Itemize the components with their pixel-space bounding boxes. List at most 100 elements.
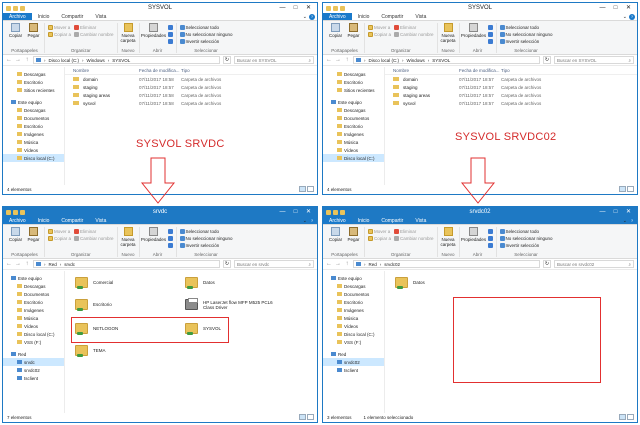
nav-item[interactable]: tsclient — [323, 366, 384, 374]
nav-item[interactable]: Documentos — [323, 290, 384, 298]
delete-button[interactable]: Eliminar — [394, 24, 434, 30]
chevron-down-icon[interactable]: ⌄ — [623, 13, 627, 21]
select-all-button[interactable]: Seleccionar todo — [499, 228, 553, 234]
breadcrumb-item[interactable]: Disco local (C:) — [49, 58, 80, 63]
nav-item[interactable]: Música — [3, 314, 64, 322]
nav-item[interactable]: Vídeos — [323, 146, 384, 154]
large-icons-view-icon[interactable] — [307, 186, 314, 192]
minimize-button[interactable]: — — [596, 3, 609, 13]
new-folder-icon[interactable] — [340, 5, 345, 11]
breadcrumb[interactable]: › Disco local (C:) › Windows › SYSVOL — [33, 56, 220, 64]
properties-icon[interactable] — [333, 5, 338, 11]
nav-item[interactable]: Este equipo — [3, 274, 64, 282]
maximize-button[interactable]: □ — [289, 3, 302, 13]
nav-item[interactable]: Disco local (C:) — [3, 330, 64, 338]
nav-item[interactable]: Sitios recientes — [323, 86, 384, 94]
select-none-button[interactable]: No seleccionar ninguno — [499, 235, 553, 241]
search-input[interactable]: Buscar en SYSVOL ⌕ — [234, 56, 314, 64]
rename-button[interactable]: Cambiar nombre — [74, 31, 114, 37]
nav-item[interactable]: srvdc02 — [3, 366, 64, 374]
open-button[interactable] — [167, 24, 173, 30]
folder-icon[interactable] — [6, 209, 11, 215]
nav-item[interactable]: Documentos — [3, 290, 64, 298]
breadcrumb-item[interactable]: SYSVOL — [112, 58, 130, 63]
refresh-button[interactable]: ↻ — [543, 260, 551, 268]
file-row[interactable]: sysvol 07/11/2017 18:57 Carpeta de archivo… — [385, 99, 637, 107]
tab-inicio[interactable]: Inicio — [32, 13, 56, 20]
tab-compartir[interactable]: Compartir — [55, 13, 89, 20]
nav-item[interactable]: Música — [323, 314, 384, 322]
file-row[interactable]: staging areas 07/11/2017 18:58 Carpeta de … — [65, 91, 317, 99]
nav-item[interactable]: Este equipo — [323, 98, 384, 106]
new-folder-icon[interactable] — [340, 209, 345, 215]
maximize-button[interactable]: □ — [609, 3, 622, 13]
up-button[interactable]: ↑ — [344, 57, 350, 63]
large-icons-view-icon[interactable] — [627, 186, 634, 192]
invert-selection-button[interactable]: Invertir selección — [179, 38, 233, 44]
nav-item[interactable]: tsclient — [3, 374, 64, 382]
breadcrumb[interactable]: › Red › srvdc02 — [353, 260, 540, 268]
search-input[interactable]: Buscar en SYSVOL ⌕ — [554, 56, 634, 64]
details-view-icon[interactable] — [299, 414, 306, 420]
tab-archivo[interactable]: Archivo — [323, 13, 352, 20]
breadcrumb-item[interactable]: Windows — [87, 58, 105, 63]
close-button[interactable]: ✕ — [622, 207, 635, 217]
forward-button[interactable]: → — [335, 57, 341, 63]
share-tile[interactable]: TEMA — [75, 345, 106, 357]
details-view-icon[interactable] — [619, 186, 626, 192]
nav-item[interactable]: Descargas — [3, 70, 64, 78]
breadcrumb[interactable]: › Disco local (C:) › Windows › SYSVOL — [353, 56, 540, 64]
help-icon[interactable]: ? — [629, 14, 635, 20]
nav-item[interactable]: Documentos — [323, 114, 384, 122]
tab-vista[interactable]: Vista — [89, 13, 112, 20]
column-header-date[interactable]: Fecha de modifica... — [459, 68, 501, 73]
select-all-button[interactable]: Seleccionar todo — [499, 24, 553, 30]
refresh-button[interactable]: ↻ — [543, 56, 551, 64]
properties-icon[interactable] — [13, 209, 18, 215]
nav-item[interactable]: Vídeos — [3, 322, 64, 330]
nav-item[interactable]: Descargas — [3, 106, 64, 114]
nav-item[interactable]: Vídeos — [3, 146, 64, 154]
minimize-button[interactable]: — — [276, 3, 289, 13]
nav-item[interactable]: Documentos — [3, 114, 64, 122]
select-none-button[interactable]: No seleccionar ninguno — [499, 31, 553, 37]
breadcrumb-item[interactable]: Red — [49, 262, 57, 267]
history-button[interactable] — [487, 242, 493, 248]
nav-item[interactable]: Sitios recientes — [3, 86, 64, 94]
share-tile[interactable]: Escritorio — [75, 299, 112, 311]
new-folder-icon[interactable] — [20, 5, 25, 11]
history-button[interactable] — [167, 242, 173, 248]
tab-compartir[interactable]: Compartir — [375, 13, 409, 20]
nav-item[interactable]: Escritorio — [323, 122, 384, 130]
share-tile[interactable]: Datos — [185, 277, 215, 289]
back-button[interactable]: ← — [326, 57, 332, 63]
minimize-button[interactable]: — — [276, 207, 289, 217]
nav-item[interactable]: Música — [3, 138, 64, 146]
nav-item[interactable]: Descargas — [323, 106, 384, 114]
nav-item[interactable]: Imágenes — [3, 306, 64, 314]
edit-button[interactable] — [167, 235, 173, 241]
breadcrumb-item[interactable]: srvdc02 — [384, 262, 400, 267]
nav-item[interactable]: Disco local (C:) — [323, 330, 384, 338]
folder-icon[interactable] — [326, 5, 331, 11]
history-button[interactable] — [487, 38, 493, 44]
nav-item[interactable]: Este equipo — [3, 98, 64, 106]
breadcrumb-item[interactable]: Red — [369, 262, 377, 267]
help-icon[interactable]: ? — [629, 218, 635, 224]
copy-to-button[interactable]: Copiar a — [48, 235, 71, 241]
select-all-button[interactable]: Seleccionar todo — [179, 24, 233, 30]
share-tile[interactable]: Datos — [395, 277, 425, 289]
up-button[interactable]: ↑ — [344, 261, 350, 267]
move-to-button[interactable]: Mover a — [48, 24, 71, 30]
file-row[interactable]: staging 07/11/2017 18:57 Carpeta de archiv… — [385, 83, 637, 91]
close-button[interactable]: ✕ — [622, 3, 635, 13]
select-none-button[interactable]: No seleccionar ninguno — [179, 31, 233, 37]
forward-button[interactable]: → — [15, 261, 21, 267]
close-button[interactable]: ✕ — [302, 207, 315, 217]
share-tile[interactable]: HP LaserJet flow MFP M525 PCL6 Class Dri… — [185, 298, 273, 310]
properties-icon[interactable] — [13, 5, 18, 11]
back-button[interactable]: ← — [6, 261, 12, 267]
forward-button[interactable]: → — [335, 261, 341, 267]
folder-icon[interactable] — [326, 209, 331, 215]
folder-icon[interactable] — [6, 5, 11, 11]
